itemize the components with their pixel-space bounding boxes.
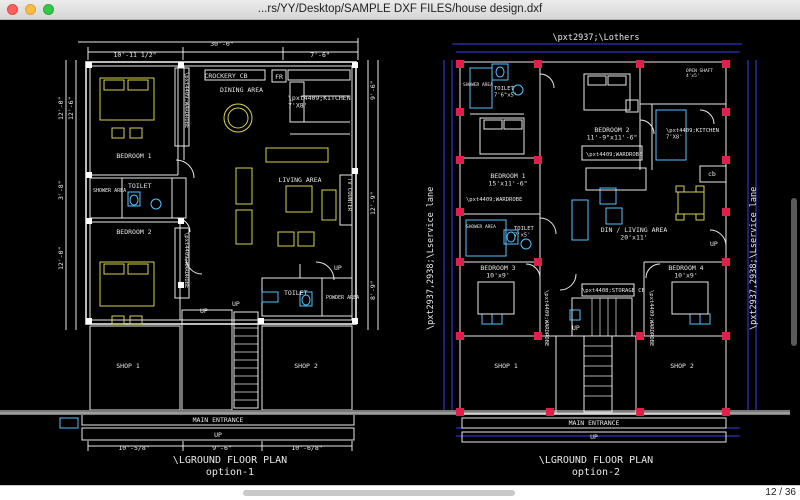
bottom-status-bar: 12 / 36 bbox=[0, 485, 800, 500]
plan2-room-toilet-b: TOILET 7'x5' bbox=[514, 226, 535, 238]
plan2-labels: \pxt2937;\Lothers SHOWER AREA TOILET 7'6"… bbox=[426, 33, 759, 441]
plan1-room-shop2: SHOP 2 bbox=[294, 362, 318, 370]
plan2-wardrobe-b: \pxt4409;WARDROBE bbox=[586, 152, 642, 158]
plan1-main-entrance: MAIN ENTRANCE bbox=[193, 416, 244, 424]
plan2-room-bedroom1: BEDROOM 1 15'x11'-6" bbox=[488, 172, 527, 187]
plan1-up-road: UP bbox=[214, 431, 222, 439]
plan1-dim-right-2: 12'-9" bbox=[369, 192, 377, 215]
plan2-dining-set bbox=[675, 185, 705, 221]
plan2-room-bedroom4: BEDROOM 4 10'x9' bbox=[668, 264, 703, 279]
plan2-room-kitchen: \pxt4409;KITCHEN 7'X8' bbox=[666, 128, 719, 140]
plan1-room-toilet2: TOILET bbox=[284, 289, 308, 297]
plan1-dim-bottom-3: 10'-6/8" bbox=[291, 444, 322, 452]
plan1-dim-top-left: 10'-11 1/2" bbox=[113, 51, 156, 59]
plan1-furniture bbox=[99, 77, 337, 325]
vertical-scrollbar[interactable] bbox=[791, 198, 797, 346]
plan1-dim-bottom-1: 10'-5/8" bbox=[118, 444, 149, 452]
plan2-cb: cb bbox=[708, 170, 716, 178]
plan1-subtitle: option-1 bbox=[206, 467, 254, 478]
plan1-dim-top-total: 30'-0" bbox=[210, 40, 233, 48]
plan1-tv-counter: TV COUNTER bbox=[346, 178, 352, 212]
plan1-room-toilet1: TOILET bbox=[128, 182, 152, 190]
window-title: ...rs/YY/Desktop/SAMPLE DXF FILES/house … bbox=[257, 3, 543, 15]
plan2-open-shaft: OPEN SHAFT 4'x5' bbox=[686, 68, 713, 79]
plan2-room-shower: SHOWER AREA bbox=[463, 82, 493, 88]
plan2-wardrobe-a: \pxt4409;WARDROBE bbox=[466, 197, 522, 203]
plan1-labels: 30'-0" 10'-11 1/2" 7'-6" CROCKERY CB FR … bbox=[57, 40, 377, 452]
plan2-room-shop1: SHOP 1 bbox=[494, 362, 518, 370]
plan2-top-note: \pxt2937;\Lothers bbox=[553, 33, 640, 43]
plan2-main-entrance: MAIN ENTRANCE bbox=[569, 419, 620, 427]
plan2-storage: \pxt4408;STORAGE CB bbox=[582, 288, 646, 294]
plan2-room-din-living: DIN / LIVING AREA 20'x11' bbox=[601, 226, 668, 241]
plan1-up1: UP bbox=[200, 307, 208, 315]
plan1-wardrobe1: \pxt4409;WARDROBE bbox=[183, 72, 189, 128]
plan1-room-bedroom2: BEDROOM 2 bbox=[116, 228, 151, 236]
plan2-up-stair: UP bbox=[572, 324, 580, 332]
page-indicator: 12 / 36 bbox=[765, 487, 796, 498]
plan1-title: \LGROUND FLOOR PLAN bbox=[173, 455, 287, 466]
plan2-subtitle: option-2 bbox=[572, 467, 620, 478]
horizontal-scrollbar[interactable] bbox=[243, 490, 515, 496]
window-titlebar: ...rs/YY/Desktop/SAMPLE DXF FILES/house … bbox=[0, 0, 800, 20]
plan1-room-shop1: SHOP 1 bbox=[116, 362, 140, 370]
plan1-room-bedroom1: BEDROOM 1 bbox=[116, 152, 151, 160]
plan1-room-shower: SHOWER AREA bbox=[93, 188, 126, 194]
plan1-dim-right-1: 9'-6" bbox=[369, 80, 377, 100]
plan2-left-service-lane: \pxt2937,2938;\Lservice lane bbox=[426, 187, 436, 330]
plan1-dim-top-right: 7'-6" bbox=[310, 51, 330, 59]
plan1-room-kitchen: \pxt4409;KITCHEN 7'X8' bbox=[288, 94, 351, 109]
plan2-right-service-lane: \pxt2937,2938;\Lservice lane bbox=[749, 187, 759, 330]
floor-plans-svg: 30'-0" 10'-11 1/2" 7'-6" CROCKERY CB FR … bbox=[0, 33, 790, 478]
plan2-up-road: UP bbox=[590, 433, 598, 441]
plan1-dim-right-3: 8'-9" bbox=[369, 280, 377, 300]
dxf-drawing-canvas[interactable]: 30'-0" 10'-11 1/2" 7'-6" CROCKERY CB FR … bbox=[0, 20, 800, 485]
plan2-fixtures bbox=[465, 63, 711, 325]
plan2-room-shower2: SHOWER AREA bbox=[466, 224, 496, 230]
plan2-room-shop2: SHOP 2 bbox=[670, 362, 694, 370]
plan1-up2: UP bbox=[232, 300, 240, 308]
plan1-room-dining: DINING AREA bbox=[220, 86, 263, 94]
plan2-wardrobe-d: \pxt4409;WARDROBE bbox=[648, 290, 654, 346]
plan2-room-bedroom3: BEDROOM 3 10'x9' bbox=[480, 264, 515, 279]
plan1-dim-left-2: 3'-8" bbox=[57, 180, 65, 200]
plan1-dim-left-4: 12'-6" bbox=[67, 97, 75, 120]
plan1-dim-bottom-2: 9'-6" bbox=[212, 444, 232, 452]
plan1-wardrobe2: \pxt4409;WARDROBE bbox=[183, 232, 189, 288]
plan1-up3: UP bbox=[334, 264, 342, 272]
plan1-room-fr: FR bbox=[275, 73, 283, 81]
plan1-room-powder: POWDER AREA bbox=[326, 295, 359, 301]
plan2-room-toilet-a: TOILET 7'6"x5' bbox=[494, 86, 517, 98]
plan1-room-living: LIVING AREA bbox=[278, 176, 321, 184]
plan1-room-crockery: CROCKERY CB bbox=[204, 72, 247, 80]
plan1-dim-left-1: 12'-0" bbox=[57, 97, 65, 120]
plan2-up-mid: UP bbox=[710, 240, 718, 248]
plan2-wardrobe-c: \pxt4409;WARDROBE bbox=[543, 290, 549, 346]
plan2-room-bedroom2: BEDROOM 2 11'-9"x11'-6" bbox=[587, 126, 638, 141]
plan2-title: \LGROUND FLOOR PLAN bbox=[539, 455, 653, 466]
plan1-dim-left-3: 12'-0" bbox=[57, 247, 65, 270]
